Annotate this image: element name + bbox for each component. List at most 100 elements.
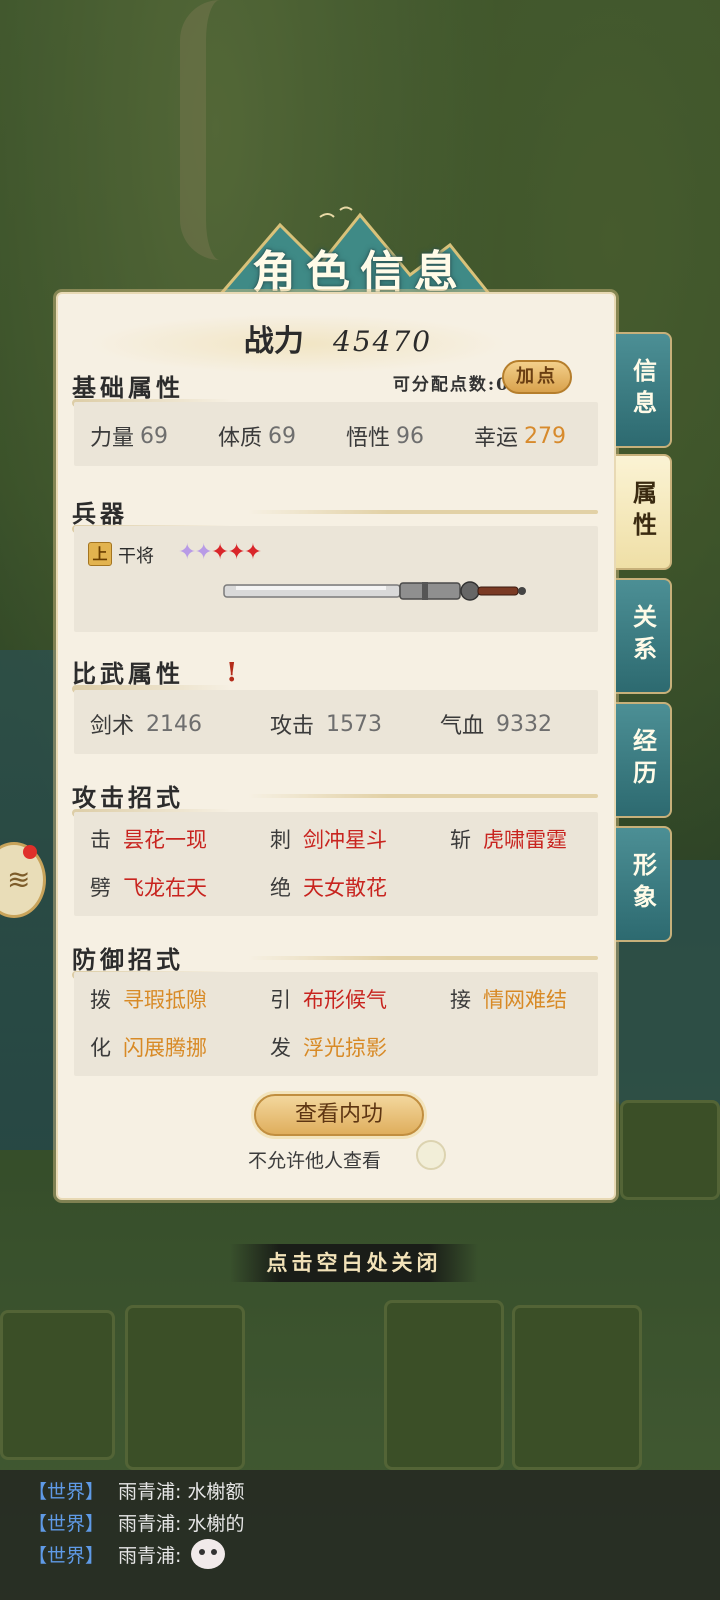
- notification-dot: [23, 845, 37, 859]
- power-value: 45470: [333, 325, 433, 358]
- warning-icon[interactable]: !: [226, 658, 242, 688]
- tab-appearance[interactable]: 形象: [616, 826, 672, 942]
- stat-constitution: 体质 69: [218, 420, 296, 452]
- chat-text: 雨青浦:: [118, 1544, 182, 1567]
- stat-luck: 幸运 279: [474, 420, 566, 452]
- chat-text: 雨青浦: 水榭的: [118, 1512, 245, 1535]
- move-key: 发: [270, 1036, 291, 1060]
- sword-icon[interactable]: [222, 576, 532, 606]
- section-divider: [248, 510, 598, 514]
- move-name: 情网难结: [483, 988, 567, 1012]
- move-key: 拨: [90, 988, 111, 1012]
- weapon-name: 干将: [118, 546, 154, 567]
- stat-label: 幸运: [474, 426, 519, 451]
- privacy-label: 不允许他人查看: [248, 1150, 382, 1172]
- stat-value: 9332: [496, 711, 553, 737]
- chat-channel: 【世界】: [28, 1512, 105, 1535]
- stat-label: 体质: [218, 426, 263, 451]
- available-points: 可分配点数:0: [392, 375, 510, 395]
- stat-hp: 气血 9332: [440, 708, 552, 740]
- duel-attributes-box: 剑术 2146 攻击 1573 气血 9332: [74, 690, 598, 754]
- stat-value: 69: [268, 423, 297, 449]
- move-key: 击: [90, 828, 111, 852]
- stat-label: 剑术: [90, 714, 135, 739]
- attack-move[interactable]: 劈 飞龙在天: [90, 872, 207, 902]
- basic-attributes-box: 力量 69 体质 69 悟性 96 幸运 279: [74, 402, 598, 466]
- stat-label: 力量: [90, 426, 135, 451]
- move-key: 化: [90, 1036, 111, 1060]
- move-name: 布形候气: [303, 988, 387, 1012]
- stat-strength: 力量 69: [90, 420, 168, 452]
- stat-label: 悟性: [346, 426, 391, 451]
- attack-move[interactable]: 击 昙花一现: [90, 824, 207, 854]
- panel-title: 角色信息: [252, 247, 468, 298]
- section-divider: [248, 794, 598, 798]
- attack-moves-title: 攻击招式: [72, 778, 232, 817]
- move-key: 斩: [450, 828, 471, 852]
- move-name: 剑冲星斗: [303, 828, 387, 852]
- defense-move[interactable]: 化 闪展腾挪: [90, 1032, 207, 1062]
- star-icon: ✦: [178, 540, 196, 565]
- chat-channel: 【世界】: [28, 1544, 105, 1567]
- stat-value: 69: [140, 423, 169, 449]
- basic-attributes-title: 基础属性: [72, 368, 232, 407]
- move-name: 虎啸雷霆: [483, 828, 567, 852]
- move-name: 昙花一现: [123, 828, 207, 852]
- stat-value: 2146: [146, 711, 203, 737]
- attack-move[interactable]: 刺 剑冲星斗: [270, 824, 387, 854]
- section-divider: [248, 956, 598, 960]
- attack-move[interactable]: 斩 虎啸雷霆: [450, 824, 567, 854]
- weapon-title: 兵器: [72, 494, 232, 533]
- defense-move[interactable]: 引 布形候气: [270, 984, 387, 1014]
- chat-message: 【世界】 雨青浦:: [0, 1538, 720, 1570]
- stat-label: 气血: [440, 714, 485, 739]
- star-icon: ✦: [227, 540, 245, 565]
- defense-moves-title: 防御招式: [72, 940, 232, 979]
- character-info-panel: 战力 45470 基础属性 可分配点数:0 加点 力量 69 体质 69 悟性 …: [56, 292, 616, 1200]
- star-icon: ✦: [194, 540, 212, 565]
- attack-moves-box: 击 昙花一现 刺 剑冲星斗 斩 虎啸雷霆 劈 飞龙在天 绝 天女散花: [74, 812, 598, 916]
- weapon-grade-badge: 上: [88, 542, 112, 566]
- tab-attributes[interactable]: 属性: [616, 454, 672, 570]
- defense-move[interactable]: 拨 寻瑕抵隙: [90, 984, 207, 1014]
- stat-label: 攻击: [270, 714, 315, 739]
- move-name: 寻瑕抵隙: [123, 988, 207, 1012]
- defense-move[interactable]: 发 浮光掠影: [270, 1032, 387, 1062]
- emoji-icon: [191, 1539, 226, 1569]
- tab-info[interactable]: 信息: [616, 332, 672, 448]
- stat-value: 96: [396, 423, 425, 449]
- tab-relations[interactable]: 关系: [616, 578, 672, 694]
- chat-message: 【世界】 雨青浦: 水榭的: [0, 1506, 720, 1538]
- close-hint[interactable]: 点击空白处关闭: [230, 1244, 478, 1282]
- combat-power: 战力 45470: [58, 316, 618, 360]
- stat-swordsmanship: 剑术 2146: [90, 708, 202, 740]
- move-key: 劈: [90, 876, 111, 900]
- stat-attack: 攻击 1573: [270, 708, 382, 740]
- scroll-icon: ≋: [7, 863, 31, 896]
- duel-attributes-title: 比武属性: [72, 654, 232, 693]
- chat-text: 雨青浦: 水榭额: [118, 1480, 245, 1503]
- privacy-toggle[interactable]: [416, 1140, 446, 1170]
- stat-value: 1573: [326, 711, 383, 737]
- move-key: 刺: [270, 828, 291, 852]
- star-icon: ✦: [243, 540, 262, 565]
- chat-channel: 【世界】: [28, 1480, 105, 1503]
- move-key: 引: [270, 988, 291, 1012]
- move-name: 飞龙在天: [123, 876, 207, 900]
- attack-move[interactable]: 绝 天女散花: [270, 872, 387, 902]
- tab-history[interactable]: 经历: [616, 702, 672, 818]
- stat-comprehension: 悟性 96: [346, 420, 424, 452]
- chat-message: 【世界】 雨青浦: 水榭额: [0, 1474, 720, 1506]
- move-key: 绝: [270, 876, 291, 900]
- view-inner-skill-button[interactable]: 查看内功: [254, 1094, 424, 1136]
- defense-move[interactable]: 接 情网难结: [450, 984, 567, 1014]
- world-chat[interactable]: 【世界】 雨青浦: 水榭额 【世界】 雨青浦: 水榭的 【世界】 雨青浦:: [0, 1470, 720, 1600]
- stat-value: 279: [524, 423, 567, 449]
- move-key: 接: [450, 988, 471, 1012]
- add-points-button[interactable]: 加点: [502, 360, 572, 394]
- move-name: 天女散花: [303, 876, 387, 900]
- move-name: 闪展腾挪: [123, 1036, 207, 1060]
- star-icon: ✦: [210, 540, 229, 565]
- power-label: 战力: [243, 324, 304, 359]
- weapon-stars: ✦✦✦✦✦: [178, 540, 262, 565]
